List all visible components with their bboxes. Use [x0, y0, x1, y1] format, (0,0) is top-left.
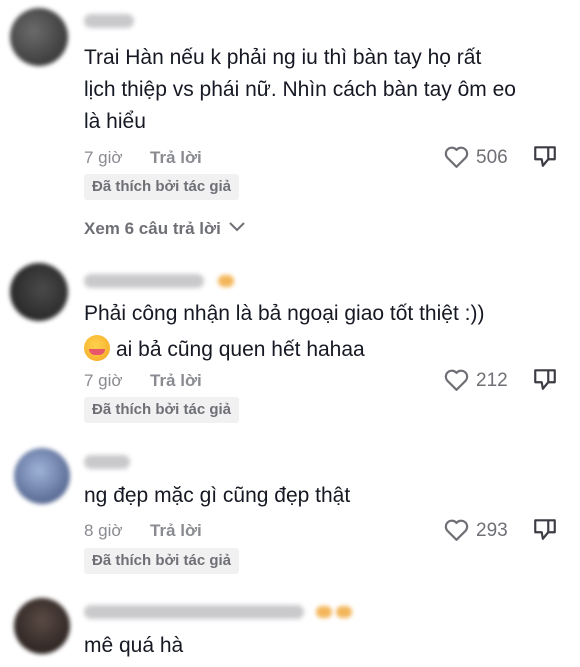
comment-line: ng đẹp mặc gì cũng đẹp thật: [84, 484, 351, 507]
comment-text: Trai Hàn nếu k phải ng iu thì bàn tay họ…: [84, 42, 562, 138]
chevron-down-icon: [228, 222, 245, 232]
username-blurred[interactable]: [84, 455, 130, 469]
liked-by-author-badge: Đã thích bởi tác giả: [84, 548, 240, 574]
avatar[interactable]: [14, 598, 70, 654]
comment-time: 8 giờ: [84, 521, 123, 540]
like-count: 506: [476, 147, 508, 168]
comment-text: Phải công nhận là bả ngoại giao tốt thiệ…: [84, 298, 562, 366]
comment-text: mê quá hà: [84, 630, 562, 662]
username-emoji-blurred: [336, 606, 352, 618]
thumbs-down-icon[interactable]: [532, 366, 558, 392]
avatar[interactable]: [10, 8, 68, 66]
reply-button[interactable]: Trả lời: [150, 148, 202, 168]
comment-line-with-emoji: ai bả cũng quen hết hahaa: [84, 334, 562, 366]
liked-by-author-badge: Đã thích bởi tác giả: [84, 397, 240, 423]
avatar[interactable]: [14, 448, 70, 504]
username-blurred[interactable]: [84, 274, 204, 288]
heart-outline-icon[interactable]: [443, 145, 470, 169]
like-count: 212: [476, 370, 508, 391]
reply-button[interactable]: Trả lời: [150, 521, 202, 541]
username-emoji-blurred: [218, 275, 234, 287]
view-replies-button[interactable]: Xem 6 câu trả lời: [84, 219, 246, 239]
comment-line: là hiểu: [84, 110, 146, 133]
comment-line: lịch thiệp vs phái nữ. Nhìn cách bàn tay…: [84, 78, 516, 101]
comment-line: Trai Hàn nếu k phải ng iu thì bàn tay họ…: [84, 46, 482, 69]
view-replies-label: Xem 6 câu trả lời: [84, 219, 221, 238]
comment-line: ai bả cũng quen hết hahaa: [116, 338, 365, 361]
heart-outline-icon[interactable]: [443, 368, 470, 392]
reply-button[interactable]: Trả lời: [150, 371, 202, 391]
comment-time: 7 giờ: [84, 371, 123, 390]
thumbs-down-icon[interactable]: [532, 143, 558, 169]
thumbs-down-icon[interactable]: [532, 516, 558, 542]
comment-time: 7 giờ: [84, 148, 123, 167]
comment-line: mê quá hà: [84, 634, 184, 657]
liked-by-author-badge: Đã thích bởi tác giả: [84, 174, 240, 200]
smiling-face-hearts-emoji: [84, 335, 110, 361]
heart-outline-icon[interactable]: [443, 518, 470, 542]
like-count: 293: [476, 520, 508, 541]
username-emoji-blurred: [316, 606, 332, 618]
username-blurred[interactable]: [84, 605, 304, 619]
avatar[interactable]: [10, 263, 68, 321]
username-blurred[interactable]: [84, 14, 134, 28]
comment-text: ng đẹp mặc gì cũng đẹp thật: [84, 480, 562, 512]
comment-line: Phải công nhận là bả ngoại giao tốt thiệ…: [84, 302, 485, 325]
